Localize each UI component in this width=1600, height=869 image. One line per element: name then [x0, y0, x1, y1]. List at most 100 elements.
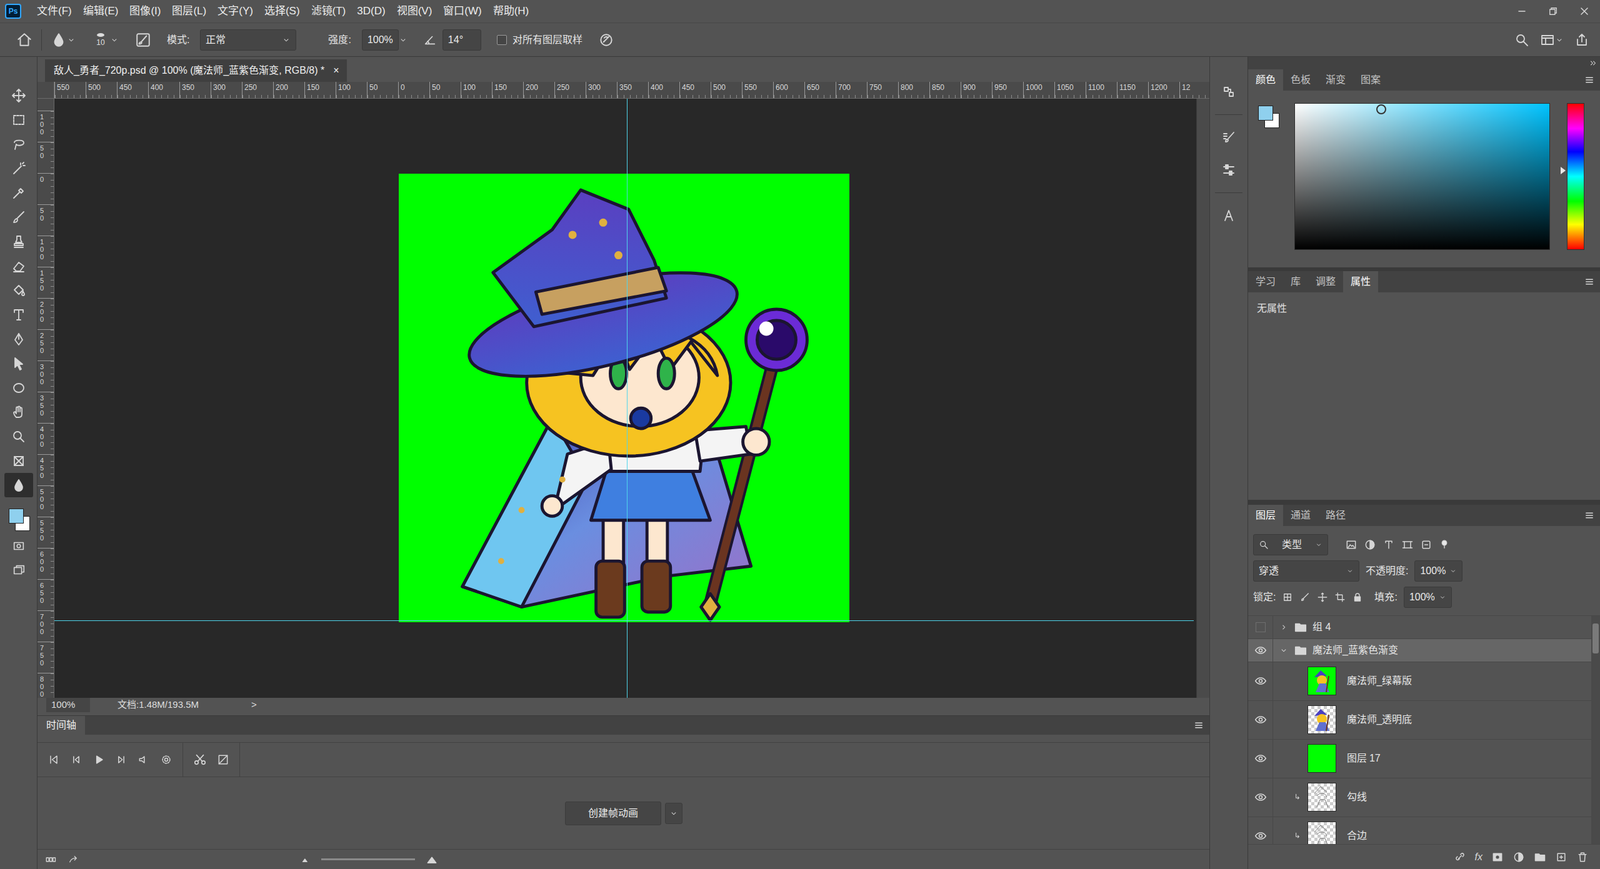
menu-item[interactable]: 文件(F): [31, 3, 78, 20]
brush-preset-picker[interactable]: 10: [91, 33, 110, 47]
tool-button[interactable]: [4, 131, 34, 157]
color-swatches[interactable]: [1255, 103, 1281, 131]
minimize-icon[interactable]: [1506, 0, 1538, 23]
animation-type-dropdown[interactable]: [665, 803, 683, 825]
history-icon[interactable]: [1213, 78, 1244, 106]
workspace-icon[interactable]: [1540, 32, 1555, 48]
mode-select[interactable]: 正常: [200, 29, 297, 51]
lock-transparency-icon[interactable]: [1281, 591, 1294, 604]
tool-button[interactable]: [4, 253, 34, 279]
layer-filter-select[interactable]: 类型: [1253, 534, 1329, 556]
visibility-toggle[interactable]: [1248, 639, 1274, 662]
timeline-zoom-slider[interactable]: [321, 858, 415, 861]
visibility-toggle[interactable]: [1248, 662, 1274, 701]
visibility-toggle[interactable]: [1248, 778, 1274, 817]
smart-object-filter-icon[interactable]: [1420, 538, 1433, 552]
tool-button[interactable]: [4, 205, 34, 230]
panel-tab[interactable]: 色板: [1283, 69, 1319, 91]
eraser-icon[interactable]: [11, 258, 27, 274]
layer-style-button[interactable]: fx: [1475, 850, 1483, 865]
collapse-panels-icon[interactable]: [1588, 58, 1598, 68]
link-layers-icon[interactable]: [1453, 851, 1467, 864]
tool-button[interactable]: [4, 448, 34, 474]
brush-settings-icon[interactable]: [135, 31, 152, 49]
panel-tab[interactable]: 颜色: [1248, 69, 1284, 91]
horizontal-guide[interactable]: [54, 620, 1194, 622]
layer-row[interactable]: 魔法师_透明底: [1248, 701, 1592, 740]
collapsed-chevron-icon[interactable]: [1279, 623, 1289, 632]
blur-tool-icon[interactable]: [50, 31, 67, 49]
tool-button[interactable]: [4, 400, 34, 425]
path-select-icon[interactable]: [11, 356, 27, 372]
ellipse-icon[interactable]: [11, 380, 27, 396]
tool-button[interactable]: [4, 326, 34, 352]
lock-artboard-icon[interactable]: [1334, 591, 1346, 604]
panel-menu-icon[interactable]: [1193, 716, 1205, 735]
scissors-icon[interactable]: [193, 753, 207, 767]
vertical-scrollbar[interactable]: [1196, 98, 1210, 699]
tool-button[interactable]: [4, 156, 34, 181]
tool-button[interactable]: [4, 180, 34, 205]
filter-toggle-icon[interactable]: [1438, 539, 1450, 551]
character-icon[interactable]: [1213, 201, 1244, 230]
layer-group-row[interactable]: 组 4: [1248, 616, 1592, 640]
pen-icon[interactable]: [11, 331, 27, 347]
tool-button[interactable]: [4, 351, 34, 376]
expanded-chevron-icon[interactable]: [1279, 646, 1289, 655]
menu-item[interactable]: 视图(V): [391, 3, 439, 20]
eye-icon[interactable]: [1254, 713, 1267, 727]
tool-button[interactable]: [4, 83, 34, 108]
foreground-swatch[interactable]: [8, 508, 24, 524]
layer-row[interactable]: 合边: [1248, 817, 1592, 845]
clipping-mask-icon[interactable]: [1293, 793, 1302, 802]
quick-mask-button[interactable]: [4, 533, 34, 559]
menu-item[interactable]: 文字(Y): [211, 3, 259, 20]
quick-mask-icon[interactable]: [11, 539, 26, 554]
vertical-ruler[interactable]: 1005005010015020025030035040045050055060…: [37, 98, 55, 699]
panel-menu-icon[interactable]: [1583, 271, 1595, 293]
lasso-icon[interactable]: [11, 136, 27, 152]
close-icon[interactable]: [1568, 0, 1600, 23]
adjustment-layer-icon[interactable]: [1512, 851, 1525, 864]
zoom-out-icon[interactable]: [301, 855, 310, 865]
restore-icon[interactable]: [1537, 0, 1569, 23]
lock-pixels-icon[interactable]: [1299, 591, 1311, 604]
foreground-swatch[interactable]: [1258, 105, 1274, 121]
hand-icon[interactable]: [11, 405, 27, 420]
eyedropper-icon[interactable]: [11, 185, 27, 201]
color-picker-marker[interactable]: [1376, 104, 1387, 115]
move-icon[interactable]: [11, 88, 27, 104]
brush-settings-icon[interactable]: [1213, 123, 1244, 152]
close-tab-button[interactable]: ×: [333, 63, 339, 79]
layer-row[interactable]: 勾线: [1248, 778, 1592, 818]
folder-icon[interactable]: [1293, 620, 1308, 635]
visibility-toggle[interactable]: [1248, 740, 1274, 779]
panel-menu-icon[interactable]: [1583, 69, 1595, 91]
horizontal-ruler[interactable]: 5505004504003503002502001501005005010015…: [54, 81, 1210, 99]
dropdown-chevron-icon[interactable]: [66, 35, 76, 45]
panel-tab[interactable]: 通道: [1283, 505, 1319, 527]
image-filter-icon[interactable]: [1345, 538, 1358, 552]
menu-item[interactable]: 图层(L): [166, 3, 212, 20]
sample-all-checkbox[interactable]: [496, 35, 507, 45]
share-icon[interactable]: [1574, 32, 1590, 48]
timeline-tab[interactable]: 时间轴: [37, 716, 85, 735]
play-icon[interactable]: [92, 753, 105, 767]
adjustment-filter-icon[interactable]: [1363, 538, 1377, 552]
fill-input[interactable]: 100%: [1403, 586, 1452, 609]
tool-button[interactable]: [4, 107, 34, 132]
next-frame-icon[interactable]: [115, 753, 128, 767]
eye-icon[interactable]: [1254, 644, 1267, 657]
panel-tab[interactable]: 调整: [1308, 271, 1344, 293]
panel-tab[interactable]: 图层: [1248, 505, 1284, 527]
menu-item[interactable]: 滤镜(T): [305, 3, 352, 20]
color-swatches[interactable]: [6, 506, 32, 534]
zoom-in-icon[interactable]: [426, 854, 438, 866]
eye-icon[interactable]: [1254, 791, 1267, 804]
menu-item[interactable]: 选择(S): [258, 3, 306, 20]
eye-icon[interactable]: [1254, 675, 1267, 688]
frames-icon[interactable]: [45, 854, 57, 866]
eye-icon[interactable]: [1254, 830, 1267, 843]
tool-button[interactable]: [4, 278, 34, 303]
create-frame-animation-button[interactable]: 创建帧动画: [565, 801, 662, 826]
